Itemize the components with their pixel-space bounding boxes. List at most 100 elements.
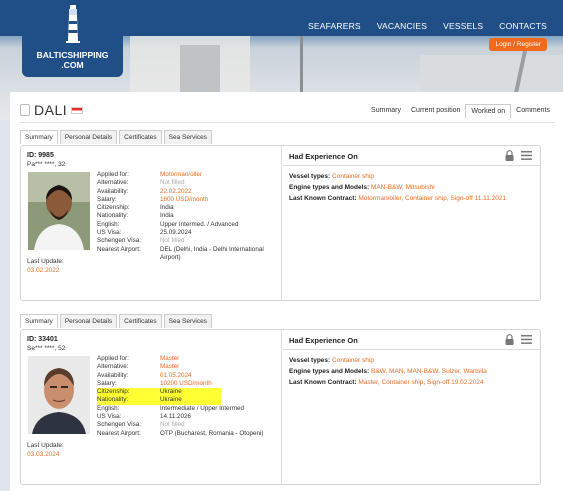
field-value: 14.11.2026	[160, 413, 192, 421]
seafarer-id[interactable]: ID: 33401	[27, 336, 58, 343]
field-label: English:	[97, 404, 120, 412]
engine-label: Engine types and Models:	[289, 368, 370, 375]
field-label: US Visa:	[97, 229, 122, 237]
menu-icon[interactable]	[521, 335, 532, 344]
brand-domain: .COM	[61, 60, 84, 70]
brand-name: BALTICSHIPPING	[36, 50, 109, 60]
nav-seafarers[interactable]: SEAFARERS	[308, 21, 361, 31]
main-nav: SEAFARERS VACANCIES VESSELS CONTACTS	[308, 21, 547, 31]
menu-icon[interactable]	[521, 151, 532, 160]
nav-vacancies[interactable]: VACANCIES	[377, 21, 427, 31]
tab-comments[interactable]: Comments	[511, 104, 555, 118]
tab-worked-on[interactable]: Worked on	[465, 104, 512, 118]
seafarer-name-age: Pa*** ****, 32	[27, 161, 66, 168]
field-value: Airport)	[160, 253, 181, 261]
field-value: Ukraine	[160, 396, 182, 404]
main-content: DALI Summary Current position Worked on …	[10, 92, 563, 491]
field-label: Citizenship:	[97, 204, 130, 212]
card-tab-summary[interactable]: Summary	[20, 314, 58, 328]
contract-value: Motorman/oiler, Container ship, Sign-off…	[358, 195, 507, 202]
field-value: India	[160, 212, 174, 220]
last-update-date: 03.03.2024	[27, 451, 60, 458]
experience-title: Had Experience On	[289, 336, 358, 345]
engine-value: B&W, MAN, MAN-B&W, Sulzer, Wartsila	[371, 368, 487, 375]
field-value: 01.05.2024	[160, 371, 192, 379]
field-label: Schengen Visa:	[97, 237, 141, 245]
flag-icon	[71, 106, 84, 114]
card-tab-certificates[interactable]: Certificates	[119, 314, 162, 328]
vessel-types-value: Container ship	[332, 173, 374, 180]
field-value: Not filled	[160, 179, 185, 187]
field-value: 10200 USD/month	[160, 379, 212, 387]
field-label: Availability:	[97, 187, 129, 195]
tab-current-position[interactable]: Current position	[406, 104, 465, 118]
lock-icon[interactable]	[505, 334, 514, 345]
nav-vessels[interactable]: VESSELS	[443, 21, 483, 31]
nav-contacts[interactable]: CONTACTS	[499, 21, 547, 31]
field-value: OTP (Bucharest, Romania - Otopeni)	[160, 429, 264, 437]
seafarer-card: ID: 33401 Se*** ****, 52 Last Update: 03…	[20, 329, 541, 485]
field-value: Master	[160, 355, 180, 362]
field-value: Motorman/oiler	[160, 171, 202, 178]
field-label: Nearest Airport:	[97, 429, 141, 437]
card-tab-sea-services[interactable]: Sea Services	[163, 314, 212, 328]
vessel-name: DALI	[34, 102, 68, 118]
field-label: Schengen Visa:	[97, 421, 141, 429]
field-value: DEL (Delhi, India - Delhi International	[160, 245, 264, 253]
vessel-title: DALI	[20, 102, 84, 118]
field-value: Not filled	[160, 237, 185, 245]
site-logo[interactable]: BALTICSHIPPING .COM	[22, 0, 123, 77]
field-label: Applied for:	[97, 355, 129, 362]
vessel-doc-icon	[20, 104, 30, 116]
seafarer-name-age: Se*** ****, 52	[27, 345, 66, 352]
card-tab-personal-details[interactable]: Personal Details	[59, 314, 118, 328]
card-tab-personal-details[interactable]: Personal Details	[59, 130, 118, 144]
field-value: Intermediate / Upper Intermed	[160, 404, 244, 412]
lighthouse-icon	[66, 5, 80, 43]
login-link[interactable]: Login	[495, 41, 511, 48]
field-label: Nationality:	[97, 396, 129, 404]
seafarer-card: ID: 9985 Pa*** ****, 32 Last Update: 03.…	[20, 145, 541, 301]
field-label: Alternative:	[97, 363, 129, 371]
contract-value: Master, Container ship, Sign-off 19.02.2…	[358, 379, 484, 386]
experience-title: Had Experience On	[289, 152, 358, 161]
vessel-types-value: Container ship	[332, 357, 374, 364]
field-value: Ukraine	[160, 388, 182, 396]
field-label: Nearest Airport:	[97, 245, 141, 253]
card-tab-certificates[interactable]: Certificates	[119, 130, 162, 144]
field-label: Alternative:	[97, 179, 129, 187]
field-value: Not filled	[160, 421, 185, 429]
field-label: Nationality:	[97, 212, 129, 220]
experience-details: Vessel types: Container ship Engine type…	[289, 355, 487, 388]
card-tab-sea-services[interactable]: Sea Services	[163, 130, 212, 144]
tab-summary[interactable]: Summary	[366, 104, 406, 118]
contract-label: Last Known Contract:	[289, 195, 357, 202]
field-value: Upper Intermed. / Advanced	[160, 220, 239, 228]
field-label: Applied for:	[97, 171, 129, 178]
field-label: Availability:	[97, 371, 129, 379]
field-label: Salary:	[97, 195, 117, 203]
login-register-button[interactable]: Login / Register	[489, 38, 547, 51]
vessel-tabs: Summary Current position Worked on Comme…	[366, 104, 555, 118]
field-value: 22.02.2022	[160, 187, 192, 195]
field-value: 25.09.2024	[160, 229, 192, 237]
card-tabs: Summary Personal Details Certificates Se…	[20, 314, 214, 328]
lock-icon[interactable]	[505, 150, 514, 161]
field-label: Citizenship:	[97, 388, 130, 396]
seafarer-photo[interactable]	[28, 172, 90, 250]
last-update-label: Last Update:	[27, 442, 64, 449]
field-value: 1600 USD/month	[160, 195, 209, 203]
seafarer-id[interactable]: ID: 9985	[27, 152, 54, 159]
seafarer-fields: Applied for: Master Alternative: Master Av…	[97, 355, 275, 438]
vessel-types-label: Vessel types:	[289, 173, 331, 180]
vessel-types-label: Vessel types:	[289, 357, 331, 364]
contract-label: Last Known Contract:	[289, 379, 357, 386]
engine-value: MAN-B&W, Mitsubishi	[371, 184, 435, 191]
card-tab-summary[interactable]: Summary	[20, 130, 58, 144]
experience-details: Vessel types: Container ship Engine type…	[289, 171, 506, 204]
last-update-label: Last Update:	[27, 258, 64, 265]
register-link[interactable]: Register	[517, 41, 541, 48]
card-tabs: Summary Personal Details Certificates Se…	[20, 130, 214, 144]
seafarer-photo[interactable]	[28, 356, 90, 434]
engine-label: Engine types and Models:	[289, 184, 370, 191]
